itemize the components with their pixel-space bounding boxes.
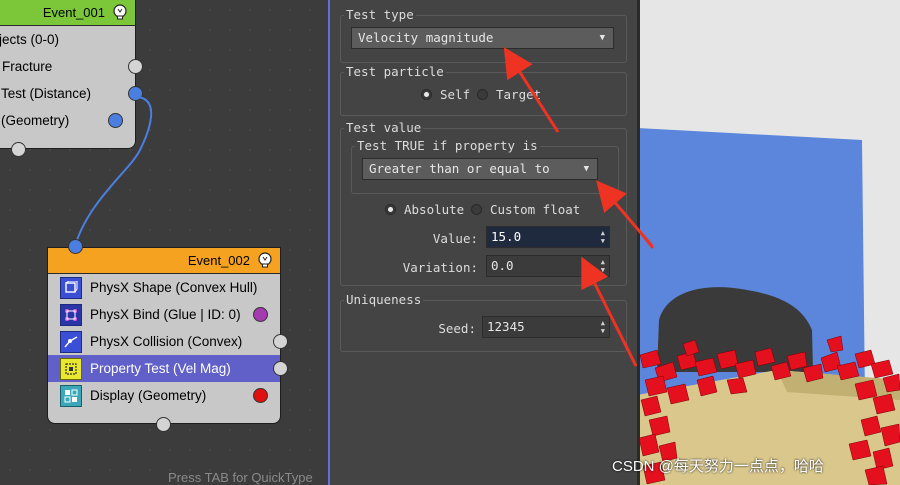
watermark: CSDN @每天努力一点点，哈哈 xyxy=(612,458,824,475)
annotation-arrows xyxy=(503,46,654,367)
